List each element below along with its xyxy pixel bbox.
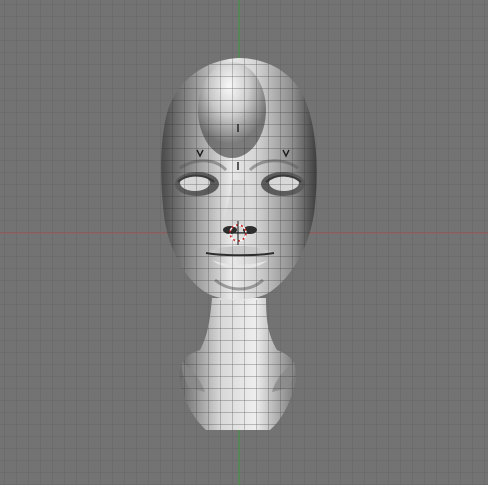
viewport-canvas[interactable]: [0, 0, 488, 485]
3d-viewport[interactable]: [0, 0, 488, 485]
